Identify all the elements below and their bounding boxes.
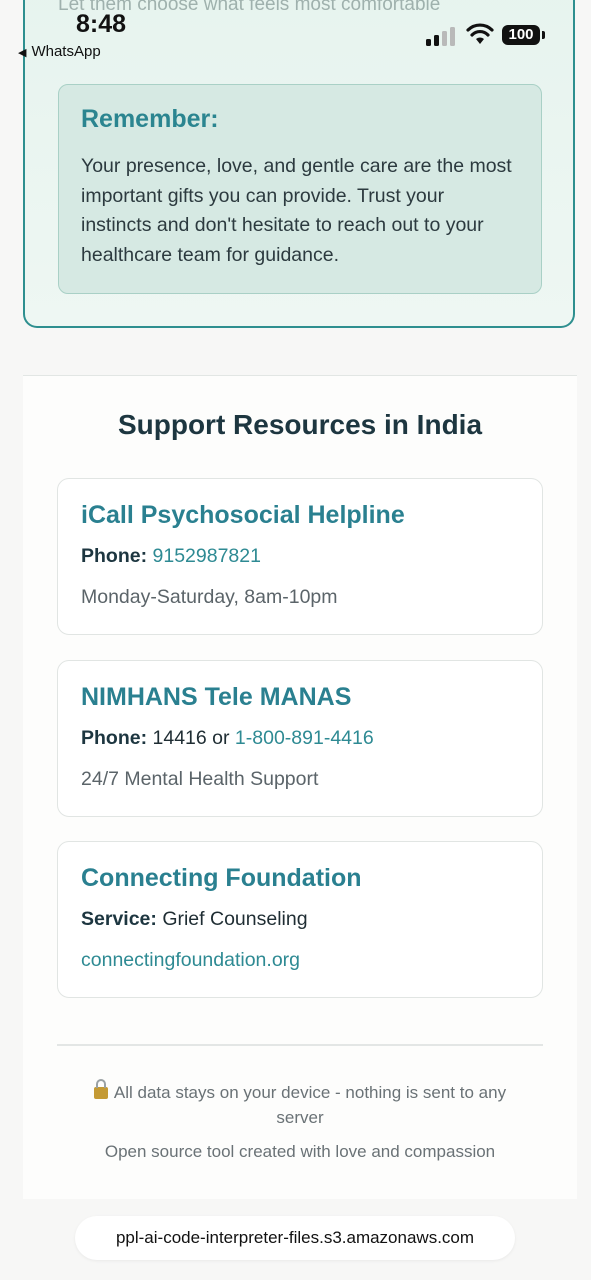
wifi-icon <box>466 23 494 44</box>
resource-card-icall: iCall Psychosocial Helpline Phone: 91529… <box>57 478 543 635</box>
remember-text: Your presence, love, and gentle care are… <box>81 155 512 266</box>
resource-name: iCall Psychosocial Helpline <box>81 501 405 529</box>
back-app-label: WhatsApp <box>31 43 101 60</box>
cellular-signal-icon <box>426 26 456 46</box>
lock-icon <box>93 1079 108 1099</box>
privacy-note: All data stays on your device - nothing … <box>70 1079 530 1130</box>
remember-callout: Remember: Your presence, love, and gentl… <box>58 84 542 294</box>
battery-tip-icon <box>542 31 545 39</box>
footer-tagline: Open source tool created with love and c… <box>104 1142 496 1161</box>
back-arrow-icon: ◀ <box>18 47 27 59</box>
resource-phone-line: Phone: 9152987821 <box>81 545 261 568</box>
support-section-title: Support Resources in India <box>117 409 483 440</box>
remember-title: Remember: <box>81 105 219 133</box>
resource-availability: 24/7 Mental Health Support <box>81 768 319 790</box>
service-value: Grief Counseling <box>162 908 308 930</box>
phone-link[interactable]: 1-800-891-4416 <box>235 727 374 749</box>
resource-card-connecting: Connecting Foundation Service: Grief Cou… <box>57 841 543 998</box>
browser-url-bar[interactable]: ppl-ai-code-interpreter-files.s3.amazona… <box>75 1216 515 1260</box>
back-to-app-link[interactable]: ◀ WhatsApp <box>18 43 101 60</box>
resource-service-line: Service: Grief Counseling <box>81 908 308 931</box>
phone-link[interactable]: 9152987821 <box>153 545 261 567</box>
phone-label: Phone: <box>81 545 148 567</box>
website-link[interactable]: connectingfoundation.org <box>81 949 300 972</box>
service-label: Service: <box>81 908 157 930</box>
resource-card-nimhans: NIMHANS Tele MANAS Phone: 14416 or 1-800… <box>57 660 543 817</box>
battery-indicator: 100 <box>502 25 540 45</box>
resource-name: Connecting Foundation <box>81 864 362 892</box>
resource-hours: Monday-Saturday, 8am-10pm <box>81 586 338 608</box>
privacy-text: All data stays on your device - nothing … <box>113 1083 507 1127</box>
clock: 8:48 <box>76 10 127 38</box>
phone-label: Phone: <box>81 727 148 749</box>
status-bar: 8:48 ◀ WhatsApp 100 <box>0 0 591 70</box>
resource-name: NIMHANS Tele MANAS <box>81 683 352 711</box>
resource-phone-line: Phone: 14416 or 1-800-891-4416 <box>81 727 374 750</box>
footer-divider <box>57 1044 543 1046</box>
phone-short-number: 14416 or <box>152 727 235 749</box>
